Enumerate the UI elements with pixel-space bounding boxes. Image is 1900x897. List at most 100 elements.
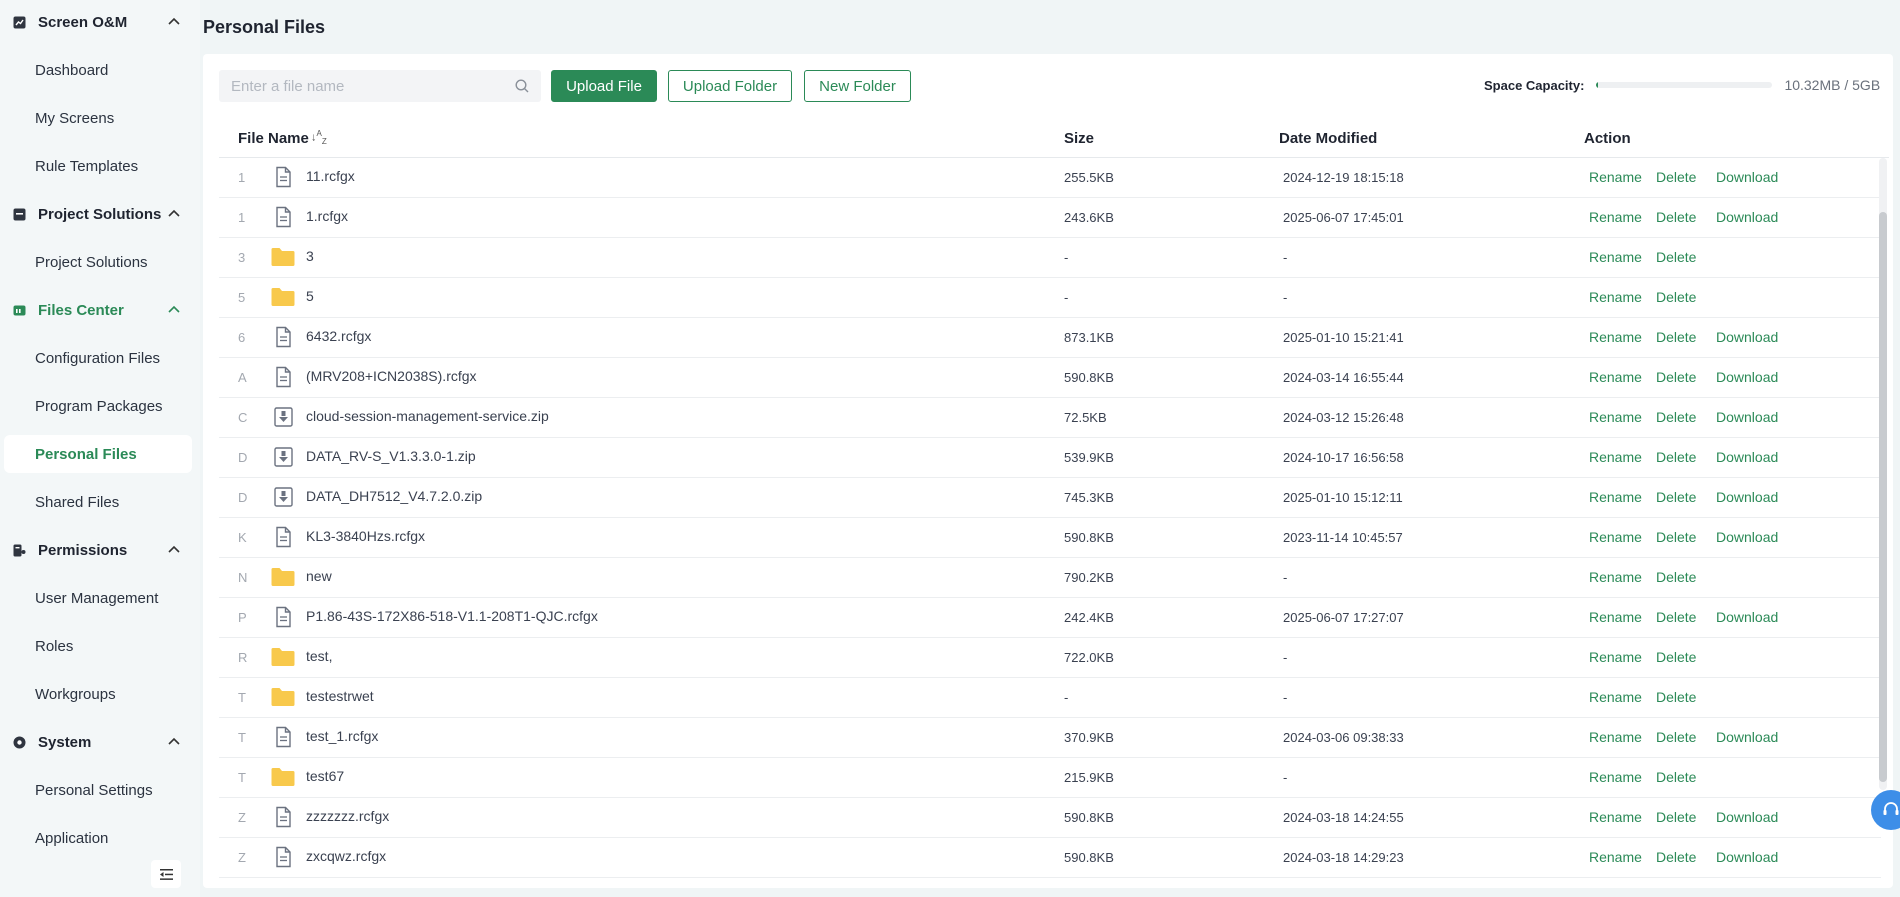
table-row[interactable]: Zzxcqwz.rcfgx 590.8KB 2024-03-18 14:29:23 R… (219, 838, 1881, 878)
sidebar-item-my-screens[interactable]: My Screens (4, 99, 192, 137)
delete-button[interactable]: Delete (1656, 489, 1696, 505)
rename-button[interactable]: Rename (1589, 769, 1642, 785)
sidebar-collapse-button[interactable] (151, 860, 181, 888)
file-name[interactable]: 11.rcfgx (306, 168, 355, 184)
delete-button[interactable]: Delete (1656, 729, 1696, 745)
table-row[interactable]: Ttest67 215.9KB - Rename Delete (219, 758, 1881, 798)
sidebar-item-configuration-files[interactable]: Configuration Files (4, 339, 192, 377)
table-row[interactable]: A (MRV208+ICN2038S).rcfgx 590.8KB 2024-03-1… (219, 358, 1881, 398)
sidebar-item-user-management[interactable]: User Management (4, 579, 192, 617)
rename-button[interactable]: Rename (1589, 609, 1642, 625)
table-row[interactable]: Ttest_1.rcfgx 370.9KB 2024-03-06 09:38:33 R… (219, 718, 1881, 758)
rename-button[interactable]: Rename (1589, 329, 1642, 345)
file-name[interactable]: test_1.rcfgx (306, 728, 378, 744)
table-row[interactable]: 6 6432.rcfgx 873.1KB 2025-01-10 15:21:41 Ren… (219, 318, 1881, 358)
file-name[interactable]: 6432.rcfgx (306, 328, 371, 344)
sidebar-item-workgroups[interactable]: Workgroups (4, 675, 192, 713)
column-header-name[interactable]: File Name (238, 130, 309, 147)
sidebar-item-personal-settings[interactable]: Personal Settings (4, 771, 192, 809)
table-row[interactable]: 3 3 - - Rename Delete (219, 238, 1881, 278)
rename-button[interactable]: Rename (1589, 489, 1642, 505)
rename-button[interactable]: Rename (1589, 809, 1642, 825)
sidebar-group-system[interactable]: System (0, 724, 200, 760)
sidebar-item-shared-files[interactable]: Shared Files (4, 483, 192, 521)
rename-button[interactable]: Rename (1589, 369, 1642, 385)
search-input[interactable] (219, 70, 509, 102)
rename-button[interactable]: Rename (1589, 849, 1642, 865)
rename-button[interactable]: Rename (1589, 169, 1642, 185)
table-row[interactable]: P P1.86-43S-172X86-518-V1.1-208T1-QJC.rcf… (219, 598, 1881, 638)
file-name[interactable]: (MRV208+ICN2038S).rcfgx (306, 368, 477, 384)
upload-file-button[interactable]: Upload File (551, 70, 657, 102)
download-button[interactable]: Download (1716, 609, 1778, 625)
file-name[interactable]: test67 (306, 768, 344, 784)
table-row[interactable]: 5 5 - - Rename Delete (219, 278, 1881, 318)
table-row[interactable]: D DATA_DH7512_V4.7.2.0.zip 745.3KB 2025-01-… (219, 478, 1881, 518)
rename-button[interactable]: Rename (1589, 689, 1642, 705)
download-button[interactable]: Download (1716, 529, 1778, 545)
download-button[interactable]: Download (1716, 329, 1778, 345)
sort-alpha-icon[interactable]: ↓AZ (311, 130, 327, 146)
rename-button[interactable]: Rename (1589, 729, 1642, 745)
delete-button[interactable]: Delete (1656, 449, 1696, 465)
download-button[interactable]: Download (1716, 729, 1778, 745)
new-folder-button[interactable]: New Folder (804, 70, 911, 102)
table-row[interactable]: 1 11.rcfgx 255.5KB 2024-12-19 18:15:18 Renam… (219, 158, 1881, 198)
delete-button[interactable]: Delete (1656, 609, 1696, 625)
sidebar-group-permissions[interactable]: Permissions (0, 532, 200, 568)
rename-button[interactable]: Rename (1589, 569, 1642, 585)
download-button[interactable]: Download (1716, 369, 1778, 385)
table-row[interactable]: Nnew 790.2KB - Rename Delete (219, 558, 1881, 598)
sidebar-item-personal-files[interactable]: Personal Files (4, 435, 192, 473)
delete-button[interactable]: Delete (1656, 689, 1696, 705)
delete-button[interactable]: Delete (1656, 569, 1696, 585)
upload-folder-button[interactable]: Upload Folder (668, 70, 792, 102)
delete-button[interactable]: Delete (1656, 409, 1696, 425)
rename-button[interactable]: Rename (1589, 209, 1642, 225)
table-row[interactable]: D DATA_RV-S_V1.3.3.0-1.zip 539.9KB 2024-10-… (219, 438, 1881, 478)
file-name[interactable]: 1.rcfgx (306, 208, 348, 224)
download-button[interactable]: Download (1716, 209, 1778, 225)
sidebar-group-files-center[interactable]: Files Center (0, 292, 200, 328)
file-name[interactable]: DATA_DH7512_V4.7.2.0.zip (306, 488, 482, 504)
table-row[interactable]: K KL3-3840Hzs.rcfgx 590.8KB 2023-11-14 10:4… (219, 518, 1881, 558)
file-name[interactable]: test, (306, 648, 332, 664)
delete-button[interactable]: Delete (1656, 809, 1696, 825)
scrollbar-thumb[interactable] (1879, 212, 1887, 782)
file-name[interactable]: zxcqwz.rcfgx (306, 848, 386, 864)
file-name[interactable]: P1.86-43S-172X86-518-V1.1-208T1-QJC.rcfg… (306, 608, 598, 624)
download-button[interactable]: Download (1716, 169, 1778, 185)
table-row[interactable]: Zzzzzzzz.rcfgx 590.8KB 2024-03-18 14:24:55… (219, 798, 1881, 838)
delete-button[interactable]: Delete (1656, 329, 1696, 345)
download-button[interactable]: Download (1716, 449, 1778, 465)
download-button[interactable]: Download (1716, 409, 1778, 425)
delete-button[interactable]: Delete (1656, 529, 1696, 545)
sidebar-group-project-solutions[interactable]: Project Solutions (0, 196, 200, 232)
table-row[interactable]: 1 1.rcfgx 243.6KB 2025-06-07 17:45:01 Rename… (219, 198, 1881, 238)
sidebar-item-rule-templates[interactable]: Rule Templates (4, 147, 192, 185)
delete-button[interactable]: Delete (1656, 769, 1696, 785)
file-name[interactable]: cloud-session-management-service.zip (306, 408, 549, 424)
file-name[interactable]: zzzzzzz.rcfgx (306, 808, 389, 824)
file-name[interactable]: DATA_RV-S_V1.3.3.0-1.zip (306, 448, 476, 464)
delete-button[interactable]: Delete (1656, 169, 1696, 185)
file-name[interactable]: 5 (306, 288, 314, 304)
file-name[interactable]: new (306, 568, 332, 584)
file-name[interactable]: testestrwet (306, 688, 374, 704)
table-row[interactable]: Ccloud-session-management-service.zip 72.… (219, 398, 1881, 438)
sidebar-item-roles[interactable]: Roles (4, 627, 192, 665)
table-row[interactable]: Ttestestrwet - - Rename Delete (219, 678, 1881, 718)
sidebar-group-screen-om[interactable]: Screen O&M (0, 4, 200, 40)
delete-button[interactable]: Delete (1656, 849, 1696, 865)
delete-button[interactable]: Delete (1656, 369, 1696, 385)
rename-button[interactable]: Rename (1589, 409, 1642, 425)
rename-button[interactable]: Rename (1589, 249, 1642, 265)
sidebar-item-application[interactable]: Application (4, 819, 192, 857)
sidebar-item-dashboard[interactable]: Dashboard (4, 51, 192, 89)
file-name[interactable]: 3 (306, 248, 314, 264)
download-button[interactable]: Download (1716, 849, 1778, 865)
search-icon[interactable] (515, 79, 529, 93)
sidebar-item-project-solutions[interactable]: Project Solutions (4, 243, 192, 281)
delete-button[interactable]: Delete (1656, 209, 1696, 225)
download-button[interactable]: Download (1716, 489, 1778, 505)
